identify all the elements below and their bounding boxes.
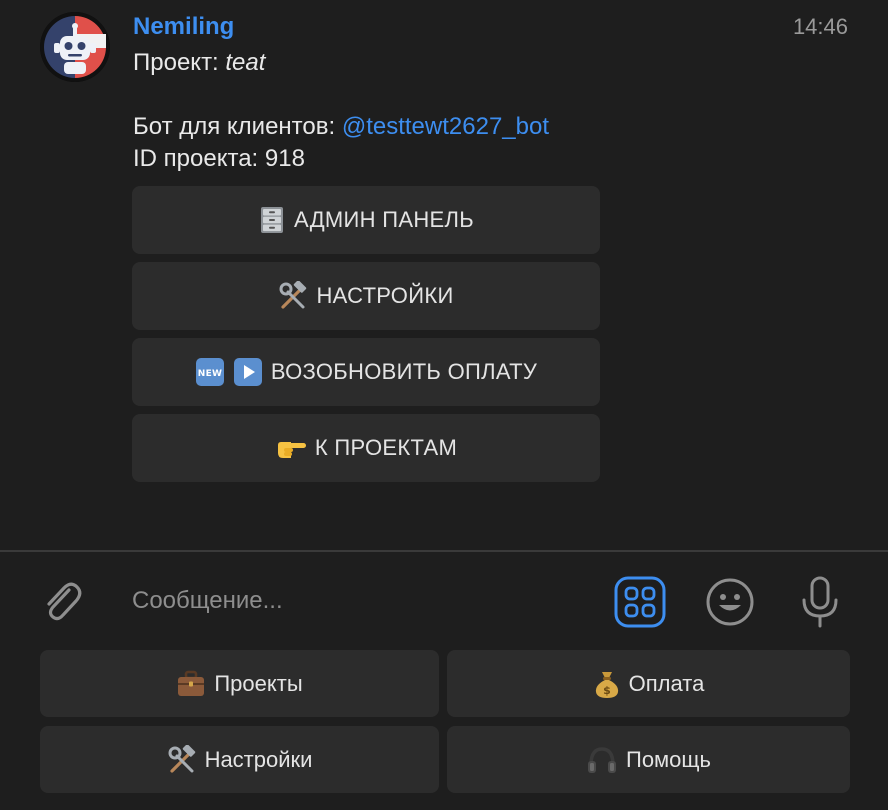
- settings-inline-label: НАСТРОЙКИ: [316, 283, 454, 308]
- hammer-wrench-icon: [278, 281, 308, 311]
- reply-keyboard: Проекты $ Оплата Настройки Помощь: [40, 650, 850, 796]
- renew-payment-button[interactable]: NEW ВОЗОБНОВИТЬ ОПЛАТУ: [132, 338, 600, 406]
- paperclip-icon[interactable]: [36, 576, 86, 626]
- settings-inline-button[interactable]: НАСТРОЙКИ: [132, 262, 600, 330]
- new-badge-icon: NEW: [195, 357, 225, 387]
- inline-keyboard: АДМИН ПАНЕЛЬ НАСТРОЙКИ NEW ВОЗОБНОВИТЬ О…: [132, 186, 600, 490]
- help-label: Помощь: [626, 746, 711, 772]
- payment-label: Оплата: [628, 670, 705, 696]
- settings-button[interactable]: Настройки: [40, 726, 439, 793]
- microphone-icon[interactable]: [796, 574, 844, 630]
- admin-panel-label: АДМИН ПАНЕЛЬ: [294, 207, 474, 232]
- project-label: Проект:: [133, 49, 226, 76]
- help-button[interactable]: Помощь: [447, 726, 850, 793]
- project-id-line: ID проекта: 918: [133, 145, 305, 172]
- avatar[interactable]: [40, 12, 110, 82]
- to-projects-label: К ПРОЕКТАМ: [314, 435, 458, 460]
- sender-name[interactable]: Nemiling: [133, 12, 234, 42]
- admin-panel-button[interactable]: АДМИН ПАНЕЛЬ: [132, 186, 600, 254]
- pointing-hand-icon: [275, 435, 307, 461]
- bot-keyboard-toggle-icon[interactable]: [614, 576, 666, 628]
- robot-avatar-icon: [40, 12, 110, 82]
- briefcase-icon: [176, 670, 206, 698]
- money-bag-icon: $: [593, 669, 621, 699]
- project-name: teat: [225, 49, 266, 76]
- file-cabinet-icon: [258, 206, 286, 234]
- play-button-icon: [233, 357, 263, 387]
- projects-label: Проекты: [214, 670, 303, 696]
- projects-button[interactable]: Проекты: [40, 650, 439, 717]
- chat-screen: Nemiling 14:46 Проект: teat Бот для клие…: [0, 0, 888, 810]
- to-projects-button[interactable]: К ПРОЕКТАМ: [132, 414, 600, 482]
- message-input[interactable]: [118, 576, 588, 626]
- svg-text:$: $: [603, 684, 611, 697]
- bot-line: Бот для клиентов: @testtewt2627_bot: [133, 111, 549, 143]
- bot-username-link[interactable]: @testtewt2627_bot: [342, 113, 549, 140]
- bot-message: Nemiling 14:46 Проект: teat Бот для клие…: [0, 0, 888, 550]
- bot-label: Бот для клиентов:: [133, 113, 342, 140]
- headphones-icon: [586, 745, 618, 775]
- message-composer: [0, 552, 888, 648]
- hammer-wrench-icon: [167, 744, 197, 775]
- message-text: Проект: teat Бот для клиентов: @testtewt…: [133, 47, 549, 175]
- settings-label: Настройки: [204, 746, 313, 772]
- smiley-icon[interactable]: [704, 576, 756, 628]
- project-line: Проект: teat: [133, 47, 549, 79]
- message-time: 14:46: [792, 14, 848, 39]
- renew-payment-label: ВОЗОБНОВИТЬ ОПЛАТУ: [270, 359, 538, 384]
- svg-text:NEW: NEW: [198, 369, 223, 379]
- payment-button[interactable]: $ Оплата: [447, 650, 850, 717]
